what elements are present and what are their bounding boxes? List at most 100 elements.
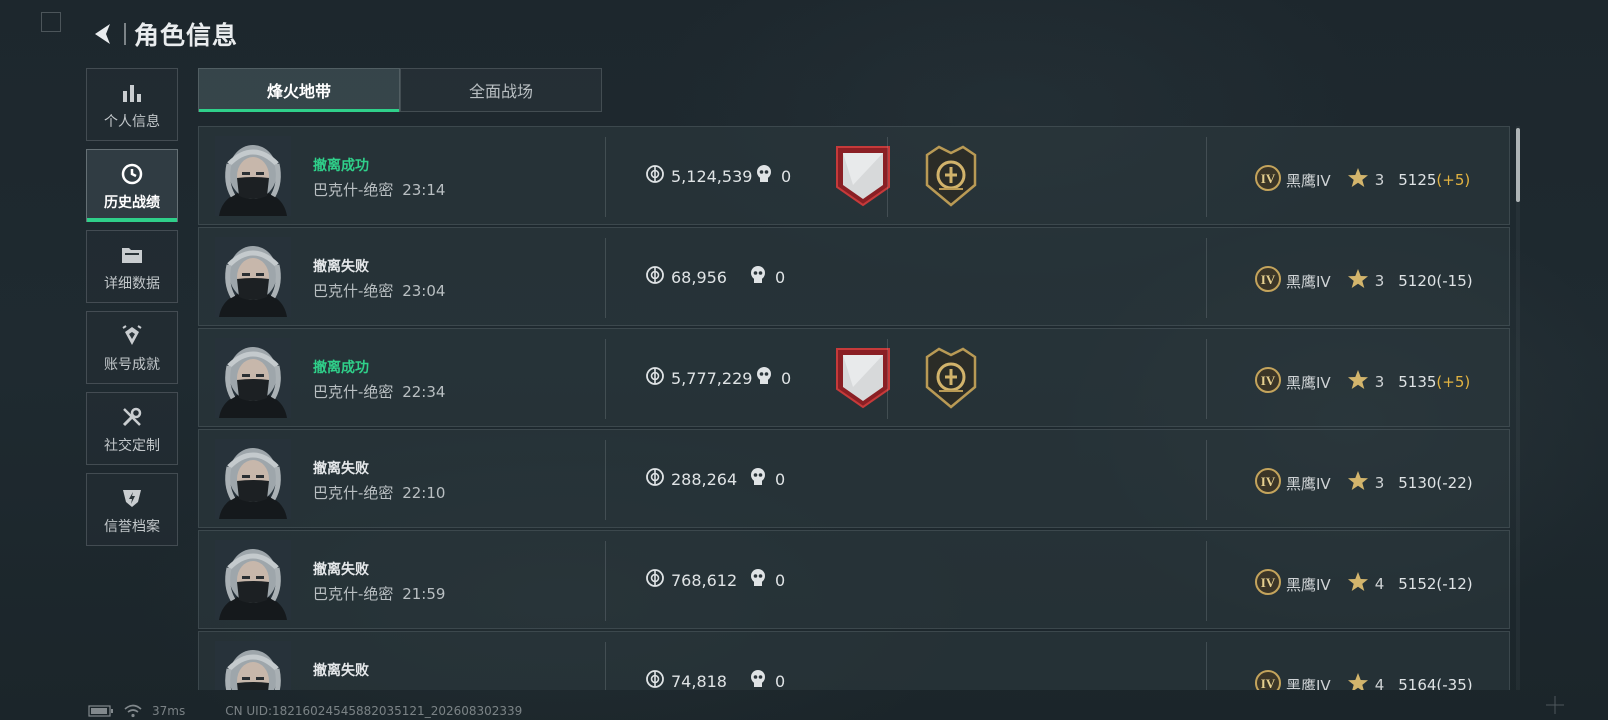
rank-score: 5135 — [1398, 373, 1437, 391]
map-name: 巴克什-绝密 — [313, 383, 394, 401]
star-icon — [1347, 672, 1369, 690]
window-toggle-box[interactable] — [41, 12, 61, 32]
battery-icon — [88, 705, 113, 717]
map-name: 巴克什-绝密 — [313, 484, 394, 502]
kill-count: 0 — [749, 669, 785, 690]
extract-value-amount: 768,612 — [671, 570, 738, 590]
rank-score: 5130 — [1398, 474, 1437, 492]
rank-info: IV 黑鹰IV 3 5135 (+5) — [1254, 366, 1470, 398]
star-level: 3 — [1374, 373, 1385, 391]
extraction-status: 撤离失败 — [313, 259, 369, 275]
tab-full-battlefield[interactable]: 全面战场 — [400, 68, 602, 112]
sidebar-item-label: 个人信息 — [104, 113, 160, 130]
match-row[interactable]: 撤离成功 巴克什-绝密 23:14 5,124,539 0 IV 黑鹰IV 3 … — [198, 126, 1510, 225]
match-row[interactable]: 撤离失败 巴克什-绝密 21:59 768,612 0 IV 黑鹰IV 4 51… — [198, 530, 1510, 629]
coin-icon — [645, 467, 665, 491]
page-title: 角色信息 — [134, 21, 239, 50]
kill-count: 0 — [749, 265, 785, 289]
match-info: 巴克什-绝密 21:59 — [313, 583, 445, 604]
sidebar-item-detailed-data[interactable]: 详细数据 — [86, 230, 178, 303]
extract-value-amount: 74,818 — [671, 671, 727, 691]
shield-lightning-icon — [120, 484, 144, 512]
extraction-status: 撤离成功 — [313, 158, 369, 174]
rank-name: 黑鹰IV — [1286, 575, 1331, 594]
kill-count-value: 0 — [781, 368, 792, 388]
page-header: 角色信息 — [88, 14, 238, 54]
match-time: 22:10 — [402, 484, 446, 502]
tools-icon — [120, 403, 144, 431]
extract-value-amount: 68,956 — [671, 267, 727, 287]
svg-text:IV: IV — [1261, 272, 1276, 287]
match-row[interactable]: 撤离失败 74,818 0 IV 黑鹰IV 4 5164 (-35) — [198, 631, 1510, 690]
scrollbar-track[interactable] — [1516, 126, 1520, 690]
achievement-icon — [120, 322, 144, 350]
extraction-status: 撤离失败 — [313, 461, 369, 477]
gold-emblem-badge-icon — [921, 145, 981, 211]
bar-chart-icon — [121, 79, 143, 107]
coin-icon — [645, 669, 665, 690]
sidebar-item-social-custom[interactable]: 社交定制 — [86, 392, 178, 465]
skull-icon — [749, 467, 767, 491]
status-footer: 37ms CN UID:18216024545882035121_2026083… — [88, 703, 522, 719]
wifi-icon — [124, 704, 142, 718]
rank-info: IV 黑鹰IV 3 5130 (-22) — [1254, 467, 1473, 499]
score-delta: (-15) — [1436, 272, 1473, 290]
row-divider — [1206, 440, 1207, 520]
score-delta: (-35) — [1436, 676, 1473, 690]
row-divider — [887, 339, 888, 419]
extract-value-amount: 5,124,539 — [671, 166, 753, 186]
rank-name: 黑鹰IV — [1286, 171, 1331, 190]
kill-count-value: 0 — [775, 469, 786, 489]
score-delta: (+5) — [1436, 373, 1471, 391]
folder-icon — [120, 241, 144, 269]
sidebar-item-label: 详细数据 — [104, 275, 160, 292]
rank-score: 5120 — [1398, 272, 1437, 290]
kill-count: 0 — [749, 568, 785, 592]
sidebar-item-credit-record[interactable]: 信誉档案 — [86, 473, 178, 546]
back-button[interactable] — [88, 19, 118, 49]
match-row[interactable]: 撤离失败 巴克什-绝密 23:04 68,956 0 IV 黑鹰IV 3 512… — [198, 227, 1510, 326]
skull-icon — [749, 265, 767, 289]
rank-emblem-icon: IV — [1254, 366, 1282, 398]
sidebar-item-achievements[interactable]: 账号成就 — [86, 311, 178, 384]
match-info — [313, 684, 317, 690]
row-divider — [1206, 137, 1207, 217]
sidebar-item-match-history[interactable]: 历史战绩 — [86, 149, 178, 222]
sidebar-item-label: 账号成就 — [104, 356, 160, 373]
coin-icon — [645, 265, 665, 289]
operator-avatar — [215, 237, 291, 317]
svg-text:IV: IV — [1261, 676, 1276, 690]
rank-emblem-icon: IV — [1254, 568, 1282, 600]
scrollbar-thumb[interactable] — [1516, 128, 1520, 202]
match-info: 巴克什-绝密 22:34 — [313, 381, 445, 402]
kill-count-value: 0 — [775, 671, 786, 691]
match-row[interactable]: 撤离失败 巴克什-绝密 22:10 288,264 0 IV 黑鹰IV 3 51… — [198, 429, 1510, 528]
skull-icon — [749, 568, 767, 592]
match-row[interactable]: 撤离成功 巴克什-绝密 22:34 5,777,229 0 IV 黑鹰IV 3 … — [198, 328, 1510, 427]
star-level: 4 — [1374, 575, 1385, 593]
star-level: 3 — [1374, 171, 1385, 189]
kill-count: 0 — [755, 164, 791, 188]
skull-icon — [749, 669, 767, 690]
skull-icon — [755, 366, 773, 390]
tab-beacon-zone[interactable]: 烽火地带 — [198, 68, 400, 112]
rank-score: 5125 — [1398, 171, 1437, 189]
row-divider — [605, 440, 606, 520]
rank-emblem-icon: IV — [1254, 669, 1282, 690]
row-divider — [605, 642, 606, 690]
sidebar-item-label: 社交定制 — [104, 437, 160, 454]
sidebar-item-personal-info[interactable]: 个人信息 — [86, 68, 178, 141]
operator-avatar — [215, 439, 291, 519]
score-delta: (-22) — [1436, 474, 1473, 492]
kill-count-value: 0 — [775, 267, 786, 287]
extraction-status: 撤离失败 — [313, 562, 369, 578]
rank-info: IV 黑鹰IV 3 5125 (+5) — [1254, 164, 1470, 196]
star-level: 3 — [1374, 474, 1385, 492]
score-delta: (-12) — [1436, 575, 1473, 593]
kill-count-value: 0 — [775, 570, 786, 590]
rank-emblem-icon: IV — [1254, 265, 1282, 297]
operator-avatar — [215, 641, 291, 690]
row-divider — [1206, 339, 1207, 419]
operator-avatar — [215, 338, 291, 418]
extraction-status: 撤离失败 — [313, 663, 369, 679]
